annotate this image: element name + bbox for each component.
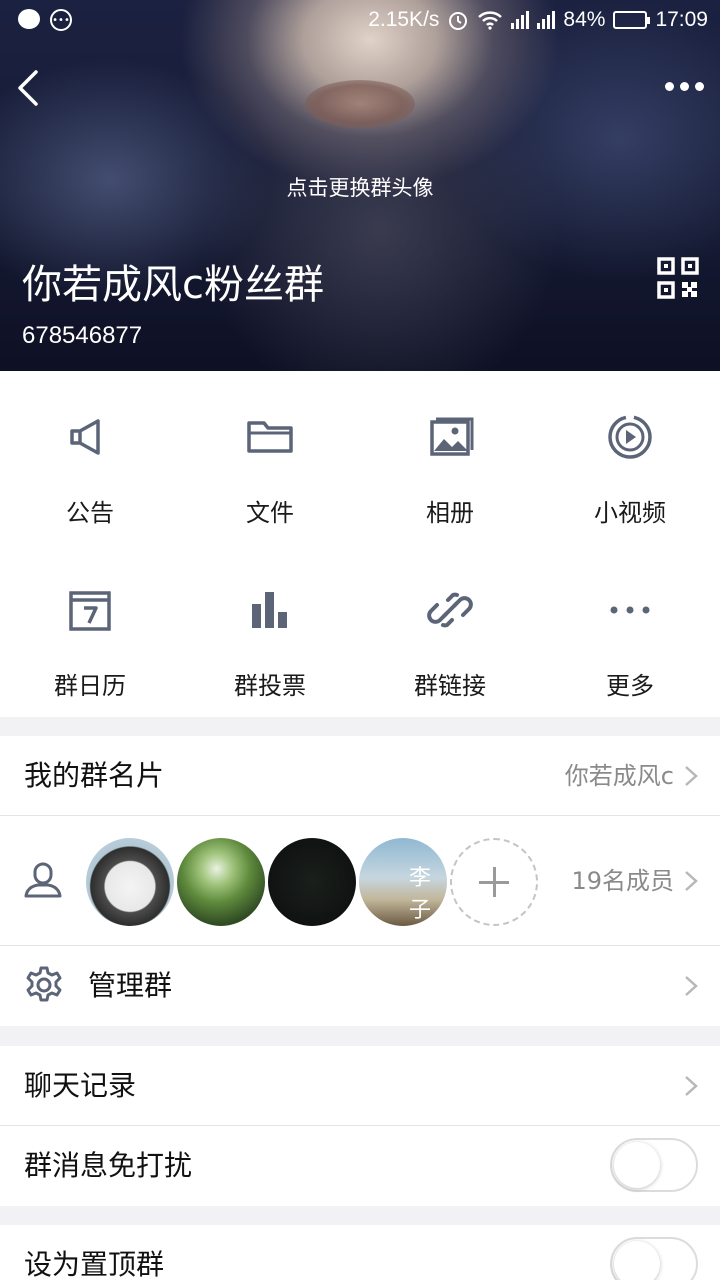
- chat-settings-card: 聊天记录 群消息免打扰: [0, 1046, 720, 1206]
- chevron-right-icon: [685, 976, 698, 996]
- feature-announcement[interactable]: 公告: [0, 371, 180, 544]
- clock: 17:09: [655, 8, 708, 31]
- my-group-card-title: 我的群名片: [24, 759, 165, 792]
- folder-icon: [247, 421, 293, 453]
- pin-row: 设为置顶群: [0, 1225, 720, 1280]
- pin-title: 设为置顶群: [24, 1248, 165, 1280]
- add-member-button[interactable]: [450, 838, 538, 926]
- feature-calendar[interactable]: 群日历: [0, 544, 180, 717]
- feature-album[interactable]: 相册: [360, 371, 540, 544]
- feature-label: 群日历: [54, 672, 126, 700]
- chat-history-title: 聊天记录: [24, 1069, 137, 1102]
- chevron-right-icon: [685, 1076, 698, 1096]
- mute-row: 群消息免打扰: [0, 1126, 720, 1206]
- feature-more[interactable]: 更多: [540, 544, 720, 717]
- avatar-text: 李子: [409, 866, 432, 923]
- members-icon: [24, 862, 62, 898]
- hd-signal-icon: [511, 11, 530, 29]
- chevron-right-icon: [685, 871, 698, 891]
- chat-notification-icon: [18, 9, 40, 29]
- pin-toggle[interactable]: [610, 1237, 698, 1280]
- megaphone-icon: [70, 419, 100, 455]
- member-avatar[interactable]: 李子: [359, 838, 447, 926]
- my-group-card-value: 你若成风c: [564, 762, 674, 790]
- network-speed: 2.15K/s: [368, 8, 440, 31]
- my-group-card-row[interactable]: 我的群名片 你若成风c: [0, 736, 720, 816]
- album-icon: [430, 417, 474, 456]
- mute-toggle[interactable]: [610, 1138, 698, 1192]
- feature-label: 更多: [606, 672, 654, 700]
- pin-settings-card: 设为置顶群: [0, 1225, 720, 1280]
- feature-grid: 公告 文件 相册 小视频 群日历 群投票 群链接 更多: [0, 371, 720, 717]
- more-options-icon[interactable]: [662, 74, 706, 98]
- link-icon: [427, 592, 473, 628]
- manage-group-title: 管理群: [88, 969, 173, 1002]
- group-id: 678546877: [22, 322, 143, 349]
- wifi-icon: [478, 11, 503, 30]
- group-name: 你若成风c粉丝群: [22, 262, 324, 308]
- member-avatar[interactable]: [86, 838, 174, 926]
- calendar-icon: [69, 591, 111, 631]
- chevron-right-icon: [685, 766, 698, 786]
- feature-label: 群投票: [234, 672, 306, 700]
- status-bar: ••• 2.15K/s 84% 17:09: [0, 0, 720, 42]
- member-avatar[interactable]: [177, 838, 265, 926]
- bar-chart-icon: [252, 592, 287, 628]
- feature-label: 公告: [66, 499, 114, 527]
- feature-label: 文件: [246, 499, 294, 527]
- manage-group-row[interactable]: 管理群: [0, 946, 720, 1026]
- mute-title: 群消息免打扰: [24, 1149, 193, 1182]
- gear-icon: [26, 966, 62, 1002]
- qr-code-icon[interactable]: [656, 256, 700, 300]
- feature-group-link[interactable]: 群链接: [360, 544, 540, 717]
- feature-vote[interactable]: 群投票: [180, 544, 360, 717]
- group-header[interactable]: ••• 2.15K/s 84% 17:09 点击更换群头像 你若成风c粉丝群 6…: [0, 0, 720, 371]
- alarm-icon: [449, 12, 468, 30]
- feature-label: 小视频: [594, 499, 666, 527]
- feature-files[interactable]: 文件: [180, 371, 360, 544]
- feature-label: 相册: [426, 499, 474, 527]
- message-notification-icon: •••: [50, 9, 72, 31]
- battery-percent: 84%: [563, 8, 606, 31]
- battery-icon: [613, 11, 651, 29]
- feature-short-video[interactable]: 小视频: [540, 371, 720, 544]
- video-icon: [608, 415, 652, 459]
- members-count: 19名成员: [571, 867, 674, 895]
- member-avatar[interactable]: [268, 838, 356, 926]
- group-info-card: 我的群名片 你若成风c 李子 19名成员 管理群: [0, 736, 720, 1026]
- chat-history-row[interactable]: 聊天记录: [0, 1046, 720, 1126]
- signal-icon: [537, 11, 556, 29]
- back-icon[interactable]: [10, 64, 50, 112]
- members-row[interactable]: 李子 19名成员: [0, 816, 720, 946]
- change-avatar-hint[interactable]: 点击更换群头像: [0, 172, 720, 202]
- more-dots-icon: [610, 606, 650, 614]
- header-cover-image: [305, 80, 415, 128]
- feature-label: 群链接: [414, 672, 486, 700]
